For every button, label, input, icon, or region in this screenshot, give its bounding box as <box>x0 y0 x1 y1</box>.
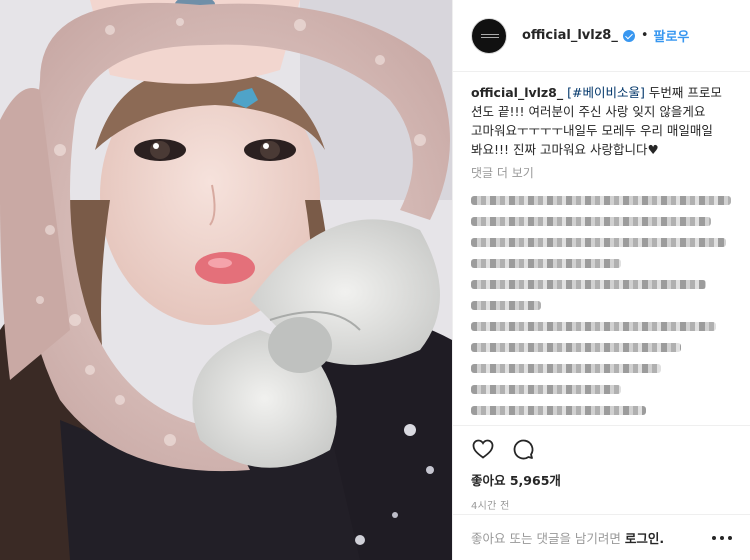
follow-button[interactable]: 팔로우 <box>654 26 690 45</box>
blurred-comment-text <box>471 406 646 415</box>
blurred-comment <box>471 275 732 294</box>
post-header: official_lvlz8_ • 팔로우 <box>453 0 750 72</box>
action-icons-row <box>471 436 732 464</box>
option-dot <box>712 535 716 540</box>
separator-dot: • <box>640 28 649 43</box>
post-photo[interactable] <box>0 0 452 560</box>
blurred-comment-text <box>471 280 706 289</box>
login-prompt-text: 좋아요 또는 댓글을 남기려면 <box>471 531 621 546</box>
likes-count[interactable]: 좋아요 5,965개 <box>471 470 732 489</box>
blurred-comment <box>471 401 732 420</box>
blurred-comments-list <box>471 191 732 423</box>
blurred-comment-text <box>471 217 711 226</box>
blurred-comment-text <box>471 343 681 352</box>
caption-username[interactable]: official_lvlz8_ <box>471 85 563 100</box>
blurred-comment <box>471 212 732 231</box>
heart-icon[interactable] <box>471 437 497 463</box>
login-link[interactable]: 로그인. <box>625 528 664 547</box>
blurred-comment-text <box>471 385 621 394</box>
more-options-icon[interactable] <box>712 534 732 542</box>
blurred-comment <box>471 233 732 252</box>
option-dot <box>720 535 724 540</box>
blurred-comment-text <box>471 322 716 331</box>
post-side-panel: official_lvlz8_ • 팔로우 official_lvlz8_ [#… <box>452 0 750 560</box>
post-timestamp[interactable]: 4시간 전 <box>471 497 732 512</box>
blurred-comment <box>471 317 732 336</box>
heart-icon-shape <box>472 439 494 459</box>
blurred-comment <box>471 422 732 423</box>
blurred-comment-text <box>471 301 541 310</box>
avatar[interactable] <box>471 17 507 54</box>
blurred-comment <box>471 338 732 357</box>
blurred-comment <box>471 359 732 378</box>
blurred-comment <box>471 296 732 315</box>
blurred-comment-text <box>471 196 731 205</box>
caption-hashtag[interactable]: [#베이비소울] <box>567 85 645 100</box>
post-actions: 좋아요 5,965개 4시간 전 <box>453 425 750 512</box>
post-caption: official_lvlz8_ [#베이비소울] 두번째 프로모 션도 끝!!!… <box>471 83 732 159</box>
comment-bubble-icon-shape <box>513 439 534 460</box>
comment-bubble-icon[interactable] <box>511 437 537 463</box>
blurred-comment <box>471 380 732 399</box>
verified-badge-icon <box>622 29 635 42</box>
avatar-logo-mark <box>481 33 499 38</box>
blurred-comment <box>471 254 732 273</box>
username-link[interactable]: official_lvlz8_ <box>522 28 618 43</box>
login-prompt-bar: 좋아요 또는 댓글을 남기려면 로그인. <box>453 514 750 560</box>
blurred-comment-text <box>471 238 726 247</box>
blurred-comment-text <box>471 259 621 268</box>
option-dot <box>728 535 732 540</box>
blurred-comment-text <box>471 364 661 373</box>
comments-section: official_lvlz8_ [#베이비소울] 두번째 프로모 션도 끝!!!… <box>453 73 750 423</box>
view-more-comments-button[interactable]: 댓글 더 보기 <box>471 164 732 181</box>
selfie-image <box>0 0 452 560</box>
blurred-comment <box>471 191 732 210</box>
